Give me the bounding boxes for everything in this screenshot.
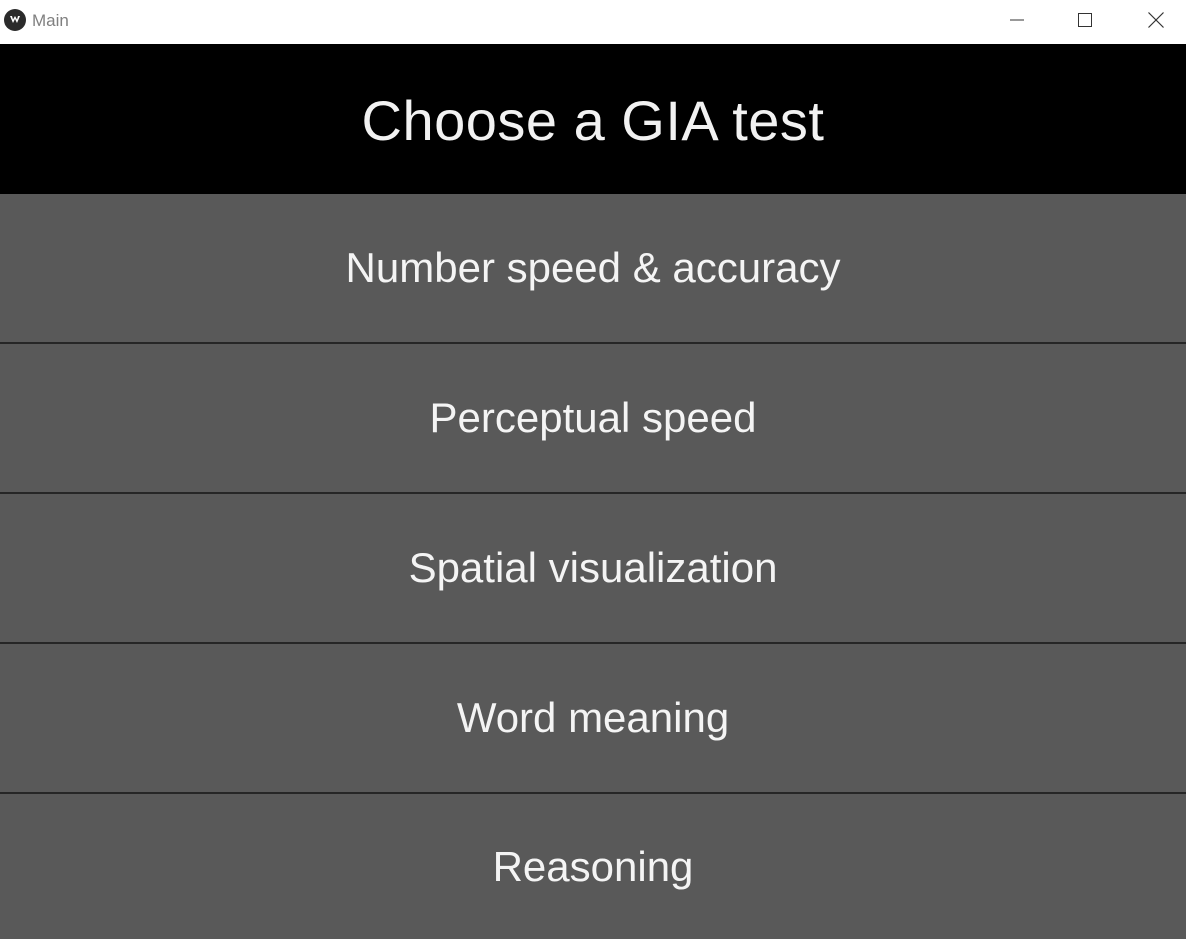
perceptual-speed-button[interactable]: Perceptual speed — [0, 344, 1186, 492]
button-label: Perceptual speed — [429, 394, 757, 441]
title-bar[interactable]: Main — [0, 0, 1186, 44]
window-title: Main — [32, 11, 69, 30]
minimize-button[interactable] — [994, 0, 1040, 40]
word-meaning-button[interactable]: Word meaning — [0, 644, 1186, 792]
close-button[interactable] — [1133, 0, 1179, 40]
maximize-icon — [1078, 13, 1092, 27]
page-title: Choose a GIA test — [361, 89, 825, 152]
page-header: Choose a GIA test — [0, 44, 1186, 194]
reasoning-button[interactable]: Reasoning — [0, 794, 1186, 939]
minimize-icon — [1010, 19, 1024, 21]
number-speed-accuracy-button[interactable]: Number speed & accuracy — [0, 194, 1186, 342]
button-label: Reasoning — [492, 842, 694, 890]
maximize-button[interactable] — [1062, 0, 1108, 40]
button-label: Number speed & accuracy — [345, 244, 841, 291]
button-label: Spatial visualization — [408, 544, 778, 591]
spatial-visualization-button[interactable]: Spatial visualization — [0, 494, 1186, 642]
button-label: Word meaning — [456, 694, 730, 741]
test-menu: Number speed & accuracy Perceptual speed… — [0, 194, 1186, 939]
close-icon — [1148, 12, 1164, 28]
app-window: Main Choose a GIA test Number speed & ac… — [0, 0, 1186, 939]
kivy-icon — [4, 9, 26, 31]
